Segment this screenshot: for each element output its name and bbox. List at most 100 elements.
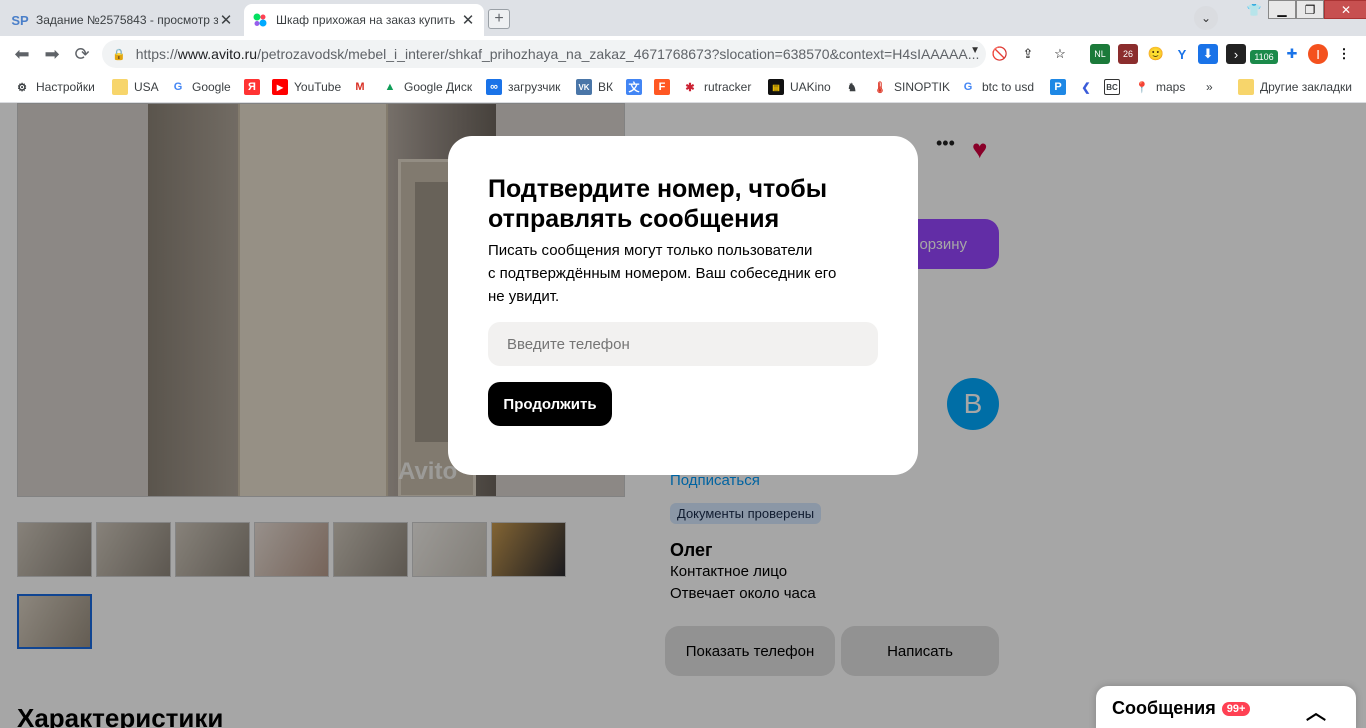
forward-arrow-icon[interactable]: ➡ bbox=[40, 42, 64, 66]
share-icon[interactable]: ⇪ bbox=[1018, 44, 1038, 64]
counter-extension-icon[interactable]: 1106 bbox=[1250, 50, 1278, 64]
avito-page: Avito ••• ♥ орзину В Подписаться Докумен… bbox=[0, 103, 1366, 728]
more-bookmarks-button[interactable]: » bbox=[1206, 77, 1213, 97]
bookmark-uakino[interactable]: ▤ UAKino bbox=[768, 77, 831, 97]
other-bookmarks[interactable]: Другие закладки bbox=[1238, 77, 1352, 97]
bookmark-youtube[interactable]: ▶ YouTube bbox=[272, 77, 341, 97]
url-path: /petrozavodsk/mebel_i_interer/shkaf_prih… bbox=[257, 46, 980, 62]
bookmark-label: USA bbox=[134, 80, 159, 94]
y-extension-icon[interactable]: Y bbox=[1172, 44, 1192, 64]
close-window-icon[interactable]: ✕ bbox=[1324, 0, 1366, 19]
blocked-cookie-icon[interactable]: 🚫 bbox=[990, 44, 1010, 64]
url-host: www.avito.ru bbox=[177, 46, 258, 62]
pin-icon: 📍 bbox=[1135, 81, 1149, 94]
translate-icon: 文 bbox=[626, 79, 642, 95]
phone-confirm-modal: × Подтвердите номер, чтобы отправлять со… bbox=[448, 136, 918, 475]
terminal-extension-icon[interactable]: › bbox=[1226, 44, 1246, 64]
bookmarks-bar: ⚙ Настройки USA G Google Я ▶ YouTube M ▲ Goo… bbox=[0, 72, 1366, 103]
bookmark-vk[interactable]: VK ВК bbox=[576, 77, 613, 97]
bookmark-rutracker[interactable]: ✱ rutracker bbox=[682, 77, 751, 97]
folder-icon bbox=[112, 79, 128, 95]
messages-count-badge: 99+ bbox=[1221, 701, 1251, 716]
background-tab-blur bbox=[520, 8, 670, 30]
sp-favicon-icon: SP bbox=[11, 12, 29, 28]
profile-avatar-icon[interactable]: I bbox=[1308, 44, 1328, 64]
tab-search-icon[interactable]: ⌄ bbox=[1194, 6, 1218, 30]
folder-icon bbox=[1238, 79, 1254, 95]
modal-description: Писать сообщения могут только пользовате… bbox=[488, 239, 868, 308]
phone-input[interactable] bbox=[488, 322, 878, 366]
bookmark-downloader[interactable]: ∞ загрузчик bbox=[486, 77, 560, 97]
bookmark-usa[interactable]: USA bbox=[112, 77, 159, 97]
rutracker-icon: ✱ bbox=[685, 81, 695, 94]
bookmark-star-icon[interactable]: ☆ bbox=[1050, 44, 1070, 64]
bookmark-label: btc to usd bbox=[982, 80, 1035, 94]
bookmark-google-drive[interactable]: ▲ Google Диск bbox=[382, 77, 473, 97]
infinity-icon: ∞ bbox=[486, 79, 502, 95]
download-extension-icon[interactable]: ⬇ bbox=[1198, 44, 1218, 64]
bookmark-btc[interactable]: Gbtc to usd bbox=[960, 77, 1034, 97]
tab-strip: SP Задание №2575843 - просмотр з ✕ Шкаф … bbox=[0, 0, 1366, 36]
tshirt-icon[interactable]: 👕 bbox=[1240, 0, 1268, 19]
bookmark-bc[interactable]: BC bbox=[1104, 77, 1126, 97]
back-arrow-icon[interactable]: ⬅ bbox=[10, 42, 34, 66]
bookmark-label: Другие закладки bbox=[1260, 80, 1352, 94]
restore-icon[interactable]: ❐ bbox=[1296, 0, 1324, 19]
tab-avito[interactable]: Шкаф прихожая на заказ купить ✕ bbox=[244, 4, 484, 36]
bookmark-arrow[interactable]: ❮ bbox=[1078, 77, 1100, 97]
close-icon[interactable]: × bbox=[886, 134, 922, 170]
avito-icon bbox=[252, 12, 268, 28]
bookmark-sinoptik[interactable]: 🌡 SINOPTIK bbox=[872, 77, 950, 97]
reload-icon[interactable]: ⟳ bbox=[70, 42, 94, 66]
gmail-icon: M bbox=[355, 81, 365, 93]
arrow-icon: ❮ bbox=[1081, 81, 1091, 94]
gear-icon: ⚙ bbox=[17, 81, 27, 94]
modal-title: Подтвердите номер, чтобы отправлять сооб… bbox=[488, 175, 828, 233]
bookmark-yandex[interactable]: Я bbox=[244, 77, 266, 97]
menu-kebab-icon[interactable]: ⋮ bbox=[1334, 44, 1354, 64]
thermometer-icon: 🌡 bbox=[873, 81, 887, 94]
close-tab-icon[interactable]: ✕ bbox=[218, 11, 234, 29]
chess-icon: ♞ bbox=[847, 81, 857, 94]
youtube-icon: ▶ bbox=[272, 79, 288, 95]
bookmark-translate[interactable]: 文 bbox=[626, 77, 648, 97]
bookmark-label: SINOPTIK bbox=[894, 80, 951, 94]
bookmark-label: UAKino bbox=[790, 80, 831, 94]
puzzle-extensions-icon[interactable]: ✚ bbox=[1282, 44, 1302, 64]
google-icon: G bbox=[963, 81, 973, 93]
bookmark-google[interactable]: G Google bbox=[170, 77, 231, 97]
modal-text-line: не увидит. bbox=[488, 288, 560, 305]
bookmark-label: Настройки bbox=[36, 80, 95, 94]
chevron-up-icon[interactable]: ︿ bbox=[1306, 696, 1326, 725]
bookmark-p[interactable]: P bbox=[1050, 77, 1072, 97]
tab-task[interactable]: SP Задание №2575843 - просмотр з ✕ bbox=[4, 4, 242, 36]
messages-label: Сообщения bbox=[1112, 698, 1216, 718]
modal-text-line: Писать сообщения могут только пользовате… bbox=[488, 242, 813, 259]
bookmark-maps[interactable]: 📍 maps bbox=[1134, 77, 1185, 97]
new-tab-button[interactable]: + bbox=[488, 9, 510, 29]
bookmark-label: maps bbox=[1156, 80, 1186, 94]
url-scheme: https:// bbox=[135, 46, 178, 62]
messages-panel[interactable]: Сообщения 99+ ︿ bbox=[1096, 686, 1356, 728]
google-icon: G bbox=[173, 81, 183, 93]
address-bar[interactable]: 🔒 https://www.avito.ru/petrozavodsk/mebe… bbox=[102, 40, 986, 68]
bookmark-label: YouTube bbox=[294, 80, 342, 94]
omnibox-dropdown-icon[interactable]: ▼ bbox=[970, 45, 980, 56]
nl-extension-icon[interactable]: NL bbox=[1090, 44, 1110, 64]
bookmark-label: Google bbox=[192, 80, 231, 94]
browser-chrome: SP Задание №2575843 - просмотр з ✕ Шкаф … bbox=[0, 0, 1366, 103]
badge-26-extension-icon[interactable]: 26 bbox=[1118, 44, 1138, 64]
close-tab-icon[interactable]: ✕ bbox=[460, 11, 476, 29]
toolbar: ⬅ ➡ ⟳ 🔒 https://www.avito.ru/petrozavods… bbox=[0, 36, 1366, 72]
window-controls: 👕 ▁ ❐ ✕ bbox=[1240, 0, 1366, 20]
bookmark-gmail[interactable]: M bbox=[352, 77, 374, 97]
minimize-icon[interactable]: ▁ bbox=[1268, 0, 1296, 19]
face-extension-icon[interactable]: 🙂 bbox=[1146, 44, 1166, 64]
bookmark-label: ВК bbox=[598, 80, 613, 94]
continue-button[interactable]: Продолжить bbox=[488, 382, 612, 426]
bookmark-label: rutracker bbox=[704, 80, 752, 94]
drive-icon: ▲ bbox=[384, 81, 396, 93]
bookmark-chess[interactable]: ♞ bbox=[844, 77, 866, 97]
bookmark-settings[interactable]: ⚙ Настройки bbox=[14, 77, 95, 97]
bookmark-f[interactable]: F bbox=[654, 77, 676, 97]
